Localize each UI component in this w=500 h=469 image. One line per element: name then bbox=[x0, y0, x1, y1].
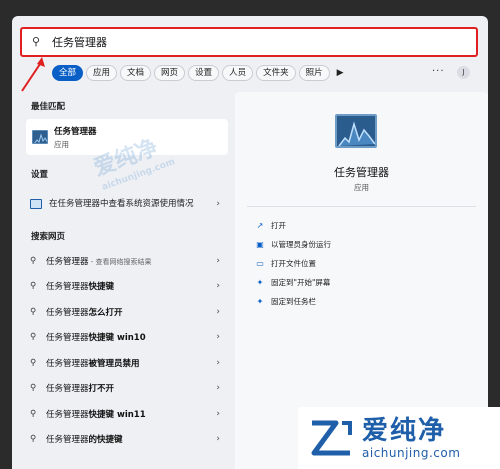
chevron-right-icon[interactable]: › bbox=[216, 256, 220, 266]
monitor-icon bbox=[30, 199, 42, 209]
filter-apps[interactable]: 应用 bbox=[86, 65, 118, 81]
action-pin-to-taskbar[interactable]: ✦ 固定到任务栏 bbox=[255, 292, 331, 311]
web-result-item[interactable]: ⚲ 任务管理器快捷键 › bbox=[30, 274, 228, 300]
preview-app-type: 应用 bbox=[354, 183, 369, 192]
filter-web[interactable]: 网页 bbox=[154, 65, 186, 81]
filter-bar: 全部 应用 文档 网页 设置 人员 文件夹 照片 ▶ bbox=[52, 65, 344, 81]
chevron-right-icon[interactable]: › bbox=[216, 383, 220, 393]
filter-documents[interactable]: 文档 bbox=[120, 65, 152, 81]
action-pin-to-start[interactable]: ✦ 固定到"开始"屏幕 bbox=[255, 273, 331, 292]
search-input[interactable] bbox=[52, 35, 432, 49]
action-open-file-location[interactable]: ▭ 打开文件位置 bbox=[255, 254, 331, 273]
settings-heading: 设置 bbox=[31, 170, 49, 180]
web-result-item[interactable]: ⚲ 任务管理器的快捷键 › bbox=[30, 427, 228, 453]
watermark-en: aichunjing.com bbox=[362, 446, 461, 460]
web-search-heading: 搜索网页 bbox=[31, 232, 66, 242]
chevron-right-icon[interactable]: › bbox=[216, 307, 220, 317]
filter-people[interactable]: 人员 bbox=[222, 65, 254, 81]
watermark-badge: 爱纯净 aichunjing.com bbox=[298, 407, 500, 469]
best-match-name: 任务管理器 bbox=[54, 126, 97, 137]
web-result-item[interactable]: ⚲ 任务管理器快捷键 win11 › bbox=[30, 401, 228, 427]
filter-settings[interactable]: 设置 bbox=[188, 65, 220, 81]
web-result-item[interactable]: ⚲ 任务管理器打不开 › bbox=[30, 376, 228, 402]
search-icon: ⚲ bbox=[30, 332, 37, 343]
best-match-heading: 最佳匹配 bbox=[31, 102, 66, 112]
watermark-cn: 爱纯净 bbox=[362, 416, 447, 446]
settings-result-label: 在任务管理器中查看系统资源使用情况 bbox=[49, 199, 194, 209]
action-run-as-admin[interactable]: ▣ 以管理员身份运行 bbox=[255, 235, 331, 254]
search-icon: ⚲ bbox=[30, 306, 37, 317]
filter-all[interactable]: 全部 bbox=[52, 65, 84, 81]
web-result-item[interactable]: ⚲ 任务管理器 - 查看网络搜索结果 › bbox=[30, 248, 228, 274]
task-manager-large-icon bbox=[335, 114, 377, 148]
open-icon: ↗ bbox=[256, 221, 264, 230]
divider bbox=[247, 206, 476, 207]
search-icon: ⚲ bbox=[30, 434, 37, 445]
search-icon: ⚲ bbox=[30, 408, 37, 419]
search-icon: ⚲ bbox=[30, 357, 37, 368]
watermark-logo-icon bbox=[311, 420, 352, 456]
chevron-right-icon[interactable]: › bbox=[216, 358, 220, 368]
shield-icon: ▣ bbox=[256, 240, 264, 249]
red-arrow-annotation bbox=[21, 57, 45, 92]
pin-icon: ✦ bbox=[256, 297, 264, 306]
search-icon: ⚲ bbox=[30, 255, 37, 266]
search-icon: ⚲ bbox=[30, 281, 37, 292]
settings-result-item[interactable]: 在任务管理器中查看系统资源使用情况 › bbox=[30, 190, 228, 218]
action-list: ↗ 打开 ▣ 以管理员身份运行 ▭ 打开文件位置 ✦ 固定到"开始"屏幕 ✦ 固… bbox=[255, 216, 331, 311]
search-icon: ⚲ bbox=[30, 383, 37, 394]
chevron-right-icon[interactable]: › bbox=[216, 281, 220, 291]
best-match-type: 应用 bbox=[54, 139, 69, 149]
preview-app-name: 任务管理器 bbox=[334, 166, 389, 179]
filter-folders[interactable]: 文件夹 bbox=[256, 65, 296, 81]
chevron-right-icon[interactable]: › bbox=[216, 409, 220, 419]
folder-icon: ▭ bbox=[256, 259, 264, 268]
web-results-list: ⚲ 任务管理器 - 查看网络搜索结果 › ⚲ 任务管理器快捷键 › ⚲ 任务管理… bbox=[30, 248, 228, 452]
web-result-item[interactable]: ⚲ 任务管理器怎么打开 › bbox=[30, 299, 228, 325]
filter-photos[interactable]: 照片 bbox=[298, 65, 330, 81]
chevron-right-icon[interactable]: › bbox=[216, 332, 220, 342]
avatar[interactable]: J bbox=[457, 66, 470, 79]
play-icon[interactable]: ▶ bbox=[337, 68, 344, 78]
web-result-item[interactable]: ⚲ 任务管理器快捷键 win10 › bbox=[30, 325, 228, 351]
web-result-item[interactable]: ⚲ 任务管理器被管理员禁用 › bbox=[30, 350, 228, 376]
chevron-right-icon[interactable]: › bbox=[216, 434, 220, 444]
more-options-icon[interactable]: ··· bbox=[432, 66, 445, 77]
search-box[interactable]: ⚲ bbox=[20, 27, 478, 57]
action-open[interactable]: ↗ 打开 bbox=[255, 216, 331, 235]
pin-icon: ✦ bbox=[256, 278, 264, 287]
task-manager-icon bbox=[32, 130, 48, 144]
chevron-right-icon[interactable]: › bbox=[216, 199, 220, 209]
search-icon: ⚲ bbox=[32, 35, 41, 48]
